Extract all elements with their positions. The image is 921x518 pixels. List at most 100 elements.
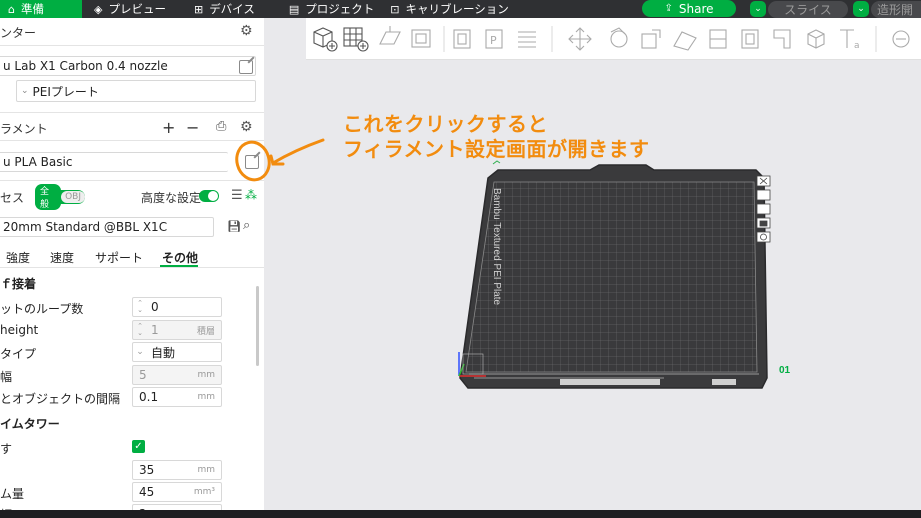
split-parts-icon[interactable]: P (485, 29, 503, 49)
tab-calibration-label: キャリブレーション (405, 2, 509, 16)
setting-field: 5 mm (132, 365, 222, 385)
setting-label: タイプ (0, 347, 37, 361)
panel-scrollbar[interactable] (256, 286, 259, 366)
chevron-down-icon: ⌄ (857, 4, 865, 14)
plate-settings-icon[interactable] (756, 231, 771, 243)
seam-paint-icon[interactable] (773, 29, 791, 49)
cube-icon: ◈ (94, 2, 103, 16)
printer-settings-gear-icon[interactable]: ⚙ (240, 23, 253, 39)
setting-value: 自動 (151, 345, 176, 360)
svg-text:a: a (854, 41, 860, 51)
setting-unit: mm (197, 370, 215, 380)
tab-preview-label: プレビュー (108, 2, 166, 16)
setting-value: 0 (151, 300, 159, 314)
setting-spinbox[interactable]: ⌃ ⌄ 0 (132, 297, 222, 317)
support-paint-icon[interactable] (741, 29, 759, 49)
lay-on-face-icon[interactable] (673, 31, 697, 51)
filament-select[interactable]: u PLA Basic (0, 152, 228, 172)
printer-select[interactable]: u Lab X1 Carbon 0.4 nozzle (0, 56, 256, 76)
remove-filament-button[interactable]: − (186, 118, 199, 137)
divider (0, 267, 264, 268)
tab-project[interactable]: ▤ プロジェクト (265, 0, 384, 18)
spin-arrows-icon: ⌃ ⌄ (137, 322, 143, 337)
plate-arrange-icon[interactable] (756, 189, 771, 201)
process-scope-toggle[interactable]: 全般 OBJ (35, 184, 85, 210)
measure-icon[interactable] (892, 30, 910, 48)
setting-value: 5 (139, 368, 147, 382)
toggle-obj[interactable]: OBJ (61, 191, 85, 203)
setting-value: 35 (139, 463, 155, 477)
setting-value: 1 (151, 323, 159, 337)
toolbar-icons: P a (313, 26, 910, 52)
divider (0, 112, 264, 113)
tab-device-label: デバイス (209, 2, 255, 16)
prime-tower-checkbox[interactable]: ✓ (132, 440, 145, 453)
plate-side-buttons[interactable] (756, 175, 771, 243)
rotate-icon[interactable] (610, 27, 628, 48)
object-toolbar: P a (306, 18, 921, 60)
tab-strength[interactable]: 強度 (6, 249, 30, 266)
process-preset: 20mm Standard @BBL X1C (3, 220, 168, 234)
printer-section-title: ンター (0, 26, 37, 40)
add-filament-button[interactable]: + (162, 118, 175, 137)
setting-dropdown[interactable]: ⌄ 自動 (132, 342, 222, 362)
setting-field[interactable]: 45 mm³ (132, 482, 222, 502)
setting-unit: mm (197, 465, 215, 475)
filament-name: u PLA Basic (3, 155, 73, 169)
share-icon: ⇪ (664, 3, 673, 14)
toggle-all[interactable]: 全般 (35, 184, 62, 210)
tab-support[interactable]: サポート (95, 249, 143, 266)
plate-name: PEIプレート (32, 84, 99, 99)
cut-icon[interactable] (709, 29, 727, 49)
setting-value: 45 (139, 485, 155, 499)
mesh-boolean-icon[interactable] (807, 29, 825, 49)
tab-device[interactable]: ⊞ デバイス (176, 0, 265, 18)
print-button[interactable]: 造形開 (871, 1, 921, 18)
plate-select[interactable]: ⌄ PEIプレート (16, 80, 256, 102)
move-icon[interactable] (568, 27, 592, 51)
save-icon[interactable]: 💾︎ (227, 220, 241, 233)
tab-preview[interactable]: ◈ プレビュー (82, 0, 176, 18)
text-icon[interactable]: a (840, 29, 860, 51)
share-button[interactable]: ⇪ Share (642, 0, 736, 17)
setting-unit: mm³ (193, 487, 215, 497)
annotation-line-2: フィラメント設定画面が開きます (343, 137, 650, 161)
plate-number: 01 (779, 365, 791, 376)
printer-edit-icon[interactable] (239, 60, 253, 74)
tab-project-label: プロジェクト (305, 2, 375, 16)
annotation-arrow-circle (235, 138, 325, 182)
setting-label: height (0, 323, 39, 337)
left-panel: ンター ⚙ u Lab X1 Carbon 0.4 nozzle ⌄ PEIプレ… (0, 18, 264, 510)
plate-orient-icon[interactable] (756, 203, 771, 215)
spin-arrows-icon[interactable]: ⌃ ⌄ (133, 300, 147, 314)
layers-icon[interactable] (518, 31, 536, 48)
search-icon[interactable]: ⌕ (243, 218, 250, 233)
arrange-icon[interactable] (411, 29, 431, 48)
orient-icon[interactable] (379, 26, 401, 45)
print-label: 造形開 (877, 3, 914, 17)
tab-calibration[interactable]: ⊡ キャリブレーション (384, 0, 519, 18)
build-plate[interactable]: Bambu Textured PEI Plate (459, 164, 768, 389)
setting-field[interactable]: 35 mm (132, 460, 222, 480)
chevron-down-icon: ⌄ (21, 86, 29, 96)
setting-unit: mm (197, 392, 215, 402)
taskbar-strip (0, 510, 921, 518)
share-dropdown-button[interactable]: ⌄ (750, 1, 766, 17)
calibration-icon: ⊡ (390, 2, 400, 16)
setting-field[interactable]: 0.1 mm (132, 387, 222, 407)
group-heading-prime-tower: イムタワー (0, 417, 60, 431)
split-objects-icon[interactable] (453, 29, 471, 49)
tab-prepare[interactable]: ⌂ 準備 (0, 0, 82, 18)
add-object-icon[interactable] (313, 27, 338, 52)
group-heading-adhesion: ｆ接着 (0, 277, 37, 291)
scale-icon[interactable] (641, 29, 661, 49)
tab-others[interactable]: その他 (162, 249, 198, 266)
tab-speed[interactable]: 速度 (50, 249, 74, 266)
home-icon: ⌂ (8, 2, 15, 16)
slice-dropdown-button[interactable]: ⌄ (853, 1, 869, 17)
slice-button[interactable]: スライス (768, 1, 848, 18)
add-plate-icon[interactable] (343, 27, 369, 52)
printer-name: u Lab X1 Carbon 0.4 nozzle (3, 59, 168, 73)
tab-prepare-label: 準備 (20, 2, 44, 16)
process-preset-select[interactable]: 20mm Standard @BBL X1C (0, 217, 214, 237)
